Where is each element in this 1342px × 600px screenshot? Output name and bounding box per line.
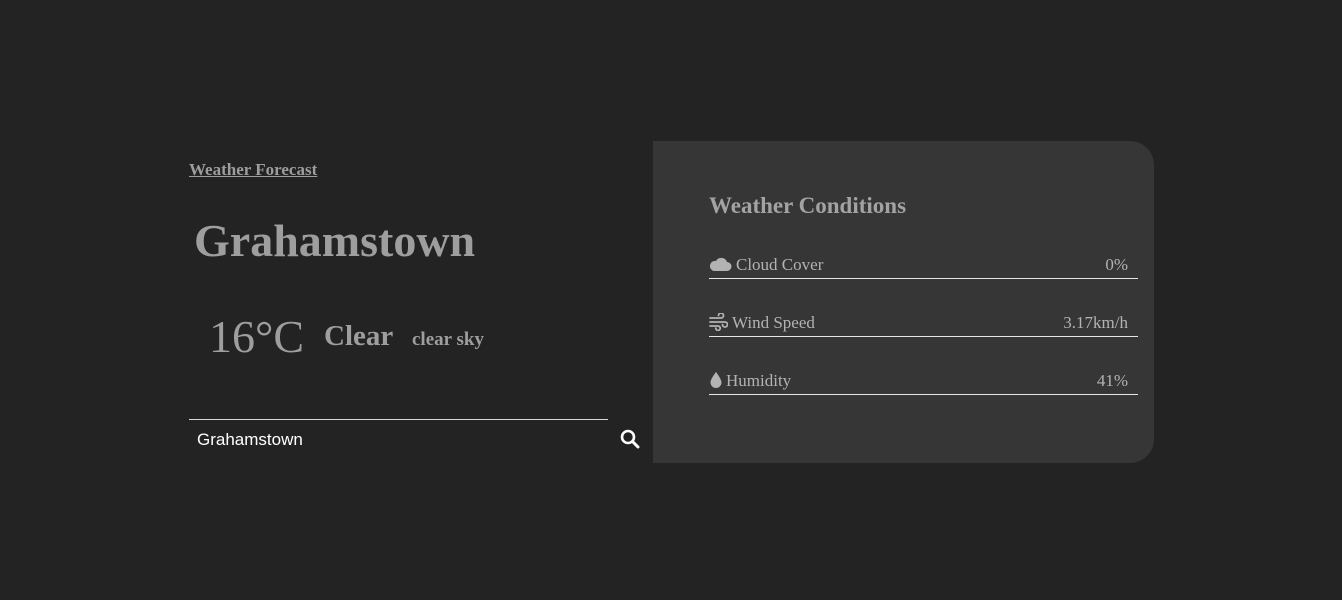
app-title-link[interactable]: Weather Forecast: [189, 160, 317, 180]
temperature: 16°C: [209, 311, 305, 362]
city-name: Grahamstown: [194, 215, 476, 266]
droplet-icon: [709, 371, 723, 389]
condition-label: Wind Speed: [732, 313, 815, 332]
condition-row-humidity: Humidity 41%: [709, 368, 1138, 395]
condition-value: 0%: [1105, 255, 1128, 274]
search-button[interactable]: [619, 428, 641, 450]
condition-row-wind-speed: Wind Speed 3.17km/h: [709, 310, 1138, 337]
wind-icon: [709, 313, 728, 331]
search-input[interactable]: [189, 420, 608, 460]
condition-label: Cloud Cover: [736, 255, 824, 274]
weather-conditions-panel: Weather Conditions Cloud Cover 0% Wind S…: [653, 141, 1154, 463]
cloud-icon: [709, 255, 732, 273]
search-icon: [620, 429, 640, 449]
condition-label: Humidity: [726, 371, 792, 390]
panel-title: Weather Conditions: [709, 193, 907, 218]
condition-main: Clear: [324, 320, 394, 352]
condition-value: 3.17km/h: [1063, 313, 1128, 332]
condition-row-cloud-cover: Cloud Cover 0%: [709, 252, 1138, 279]
condition-value: 41%: [1096, 371, 1128, 390]
condition-description: clear sky: [412, 329, 484, 350]
weather-app: Weather Forecast Grahamstown 16°C Clear …: [0, 0, 1342, 600]
search-bar: [189, 419, 608, 462]
